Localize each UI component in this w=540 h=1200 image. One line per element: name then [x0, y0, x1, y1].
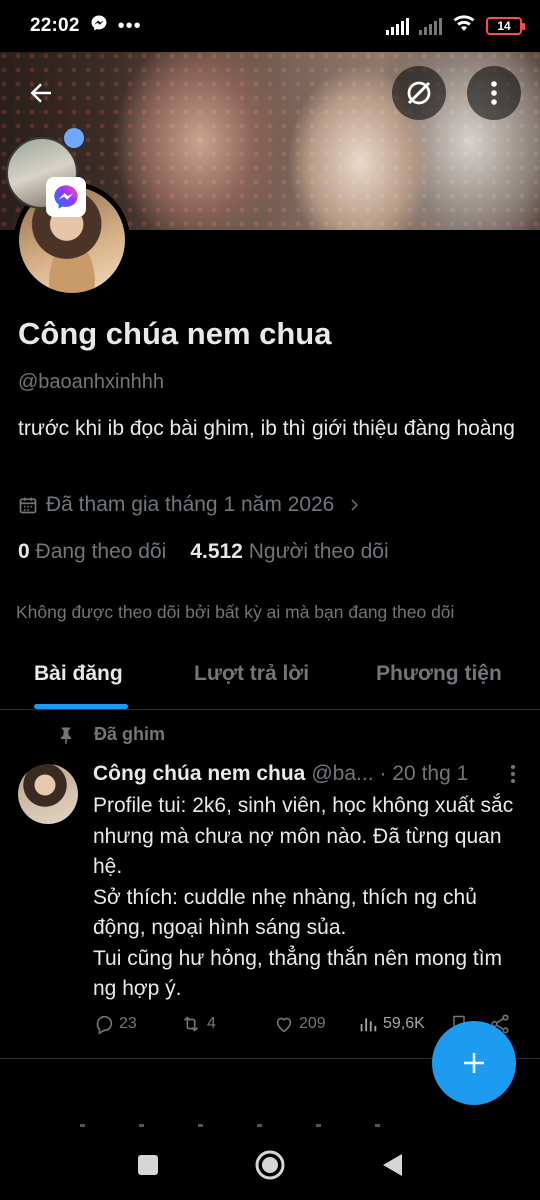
tab-replies[interactable]: Lượt trả lời — [194, 662, 309, 686]
compose-post-button[interactable] — [432, 1021, 516, 1105]
chat-head-unread-dot — [64, 128, 84, 148]
repost-count: 4 — [207, 1015, 216, 1032]
post-date[interactable]: · 20 thg 1 — [380, 762, 469, 786]
post-header: Công chúa nem chua @ba... · 20 thg 1 — [93, 762, 523, 786]
more-vertical-icon — [491, 81, 497, 105]
post-line: Tui cũng hư hỏng, thẳng thắn nên mong tì… — [93, 946, 503, 1001]
reply-button[interactable]: 23 — [93, 1013, 137, 1035]
following-label: Đang theo dõi — [35, 540, 167, 563]
post-line: Sở thích: cuddle nhẹ nhàng, thích ng chủ… — [93, 885, 477, 940]
views-button[interactable]: 59,6K — [357, 1013, 425, 1035]
view-count: 59,6K — [383, 1015, 425, 1032]
profile-handle: @baoanhxinhhh — [18, 371, 164, 393]
signal-icon — [386, 17, 409, 35]
plus-icon — [464, 1053, 484, 1073]
like-button[interactable]: 209 — [273, 1013, 326, 1035]
chevron-right-icon — [351, 499, 359, 511]
grok-button[interactable] — [392, 66, 446, 120]
status-bar: 22:02 ••• 14 — [0, 0, 540, 52]
battery-icon: 14 — [486, 17, 525, 35]
battery-level: 14 — [497, 19, 511, 33]
post-text[interactable]: Profile tui: 2k6, sinh viên, học không x… — [93, 791, 523, 1005]
profile-name: Công chúa nem chua — [18, 316, 332, 351]
tab-posts[interactable]: Bài đăng — [34, 662, 123, 686]
post-more-button[interactable] — [503, 765, 523, 783]
reply-count: 23 — [119, 1015, 137, 1032]
repost-button[interactable]: 4 — [179, 1013, 216, 1035]
views-icon — [360, 1018, 377, 1032]
tab-media[interactable]: Phương tiện — [376, 662, 502, 686]
post-author-name[interactable]: Công chúa nem chua — [93, 762, 305, 786]
signal-2-icon — [419, 17, 442, 35]
back-nav-button[interactable] — [375, 1148, 409, 1182]
calendar-icon — [19, 497, 37, 514]
following-count: 0 — [18, 540, 30, 563]
followers-link[interactable]: 4.512 Người theo dõi — [190, 540, 388, 564]
like-count: 209 — [299, 1015, 326, 1032]
more-notifications-icon: ••• — [117, 14, 142, 37]
triangle-back-icon — [383, 1154, 402, 1176]
system-nav-bar — [0, 1130, 540, 1200]
pinned-indicator: Đã ghim — [56, 724, 165, 745]
recents-button[interactable] — [131, 1148, 165, 1182]
followers-count: 4.512 — [190, 540, 243, 563]
post-author-avatar[interactable] — [18, 764, 78, 824]
reply-icon — [96, 1015, 113, 1035]
not-followed-note: Không được theo dõi bởi bất kỳ ai mà bạn… — [16, 602, 455, 622]
follow-stats: 0 Đang theo dõi 4.512 Người theo dõi — [18, 540, 389, 564]
grok-icon — [407, 81, 431, 105]
home-circle-icon — [255, 1150, 285, 1180]
status-time: 22:02 — [30, 15, 80, 36]
following-link[interactable]: 0 Đang theo dõi — [18, 540, 166, 564]
profile-tabs: Bài đăng Lượt trả lời Phương tiện — [0, 648, 540, 710]
repost-icon — [183, 1016, 199, 1032]
heart-icon — [276, 1017, 292, 1033]
active-tab-indicator — [34, 704, 128, 709]
wifi-icon — [452, 13, 476, 39]
arrow-left-icon — [30, 83, 51, 103]
back-button[interactable] — [14, 66, 68, 120]
pinned-label: Đã ghim — [94, 724, 166, 744]
square-icon — [138, 1155, 158, 1175]
post-line: Profile tui: 2k6, sinh viên, học không x… — [93, 794, 514, 878]
profile-bio: trước khi ib đọc bài ghim, ib thì giới t… — [18, 417, 515, 440]
messenger-icon — [46, 177, 86, 217]
home-button[interactable] — [253, 1148, 287, 1182]
joined-date-row[interactable]: Đã tham gia tháng 1 năm 2026 — [18, 493, 364, 517]
more-options-button[interactable] — [467, 66, 521, 120]
pin-icon — [61, 727, 71, 744]
post-author-handle[interactable]: @ba... — [311, 762, 373, 786]
followers-label: Người theo dõi — [248, 540, 389, 563]
joined-date: Đã tham gia tháng 1 năm 2026 — [46, 493, 335, 516]
messenger-notification-icon — [90, 14, 108, 38]
